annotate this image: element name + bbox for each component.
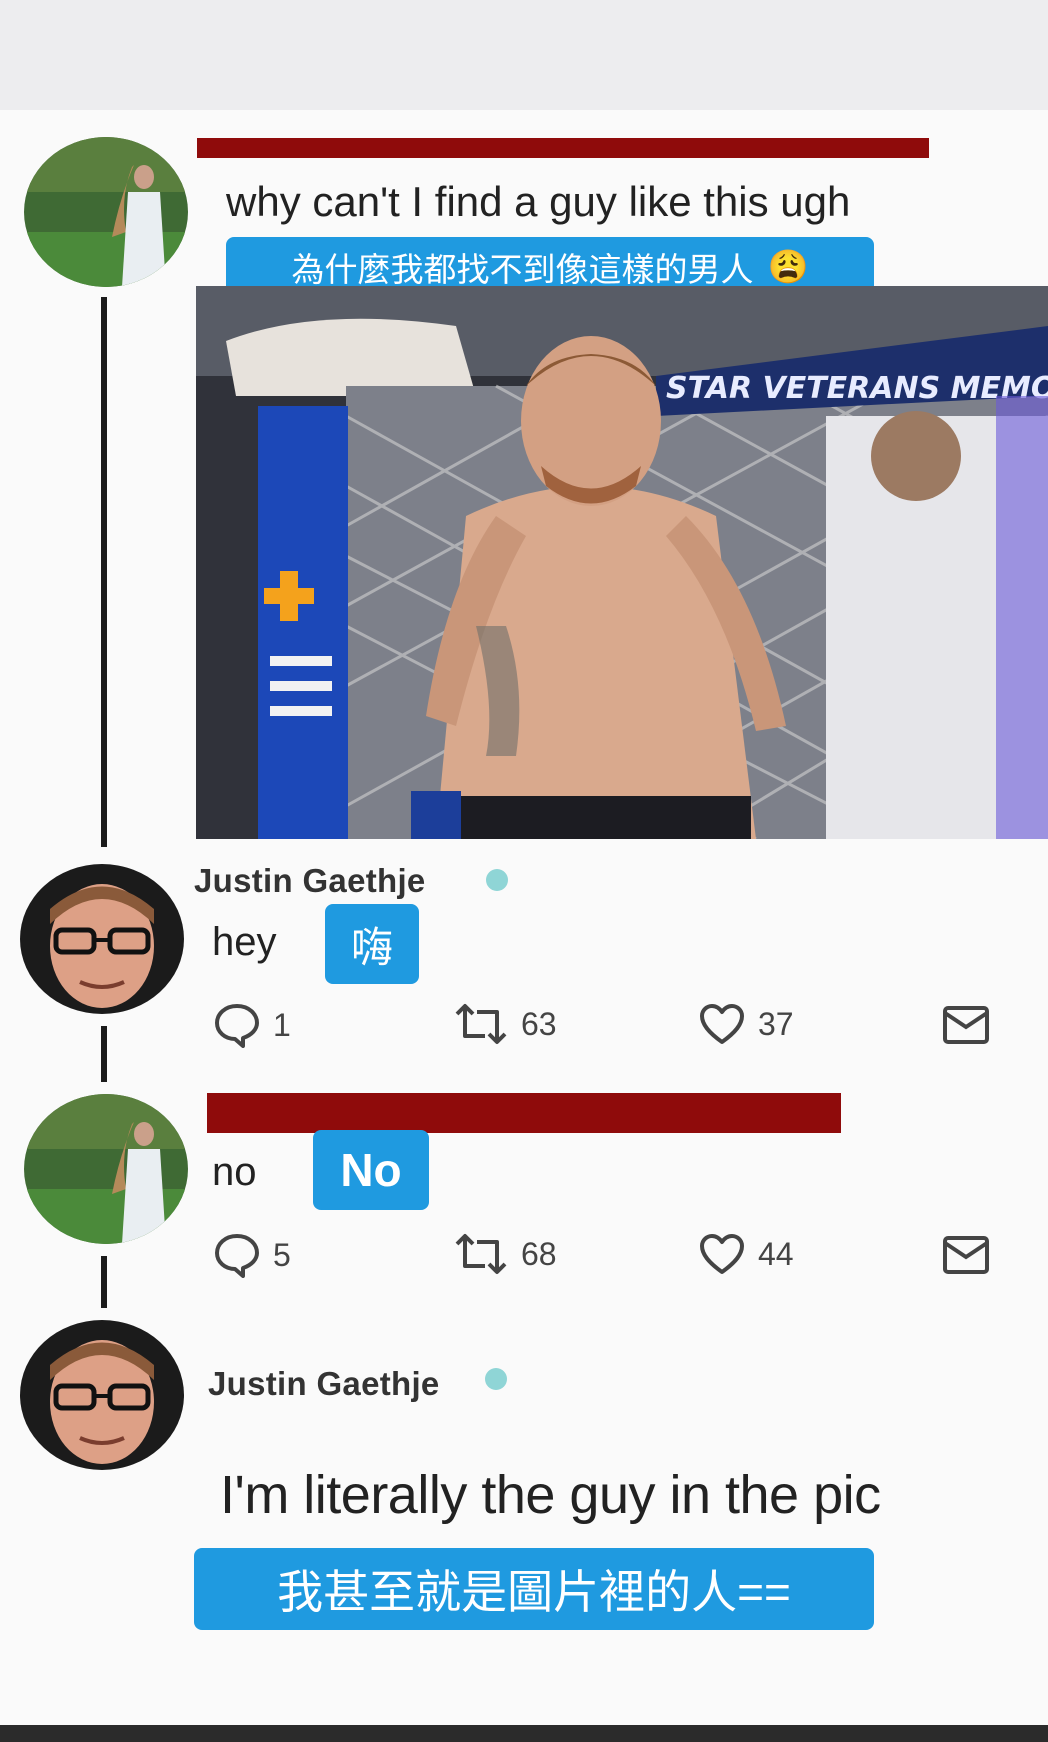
reply-text: I'm literally the guy in the pic bbox=[220, 1465, 881, 1525]
avatar-man-glasses bbox=[20, 864, 184, 1014]
reply-icon bbox=[215, 1234, 259, 1278]
avatar-user[interactable] bbox=[24, 137, 188, 287]
top-margin bbox=[0, 0, 1048, 110]
heart-icon bbox=[700, 1004, 744, 1044]
avatar-woman-portrait bbox=[24, 137, 188, 287]
like-count: 37 bbox=[758, 1005, 794, 1042]
thread-connector bbox=[101, 1256, 107, 1308]
verified-badge-icon bbox=[486, 869, 508, 891]
heart-icon bbox=[700, 1234, 744, 1274]
retweet-action[interactable]: 68 bbox=[453, 1232, 557, 1276]
reply-count: 1 bbox=[273, 1006, 291, 1043]
like-action[interactable]: 37 bbox=[698, 1002, 794, 1046]
reply-text: no bbox=[212, 1150, 257, 1194]
retweet-count: 63 bbox=[521, 1005, 557, 1042]
reply-text: hey bbox=[212, 920, 277, 964]
redacted-username bbox=[207, 1093, 841, 1133]
avatar-woman-portrait bbox=[24, 1094, 188, 1244]
translation-badge: No bbox=[313, 1130, 429, 1210]
avatar-justin-gaethje[interactable] bbox=[20, 864, 184, 1014]
avatar-user[interactable] bbox=[24, 1094, 188, 1244]
author-name[interactable]: Justin Gaethje bbox=[208, 1365, 440, 1403]
author-name[interactable]: Justin Gaethje bbox=[194, 862, 426, 900]
reply-icon bbox=[215, 1004, 259, 1048]
verified-badge-icon bbox=[485, 1368, 507, 1390]
fighter-photo: STAR VETERANS MEMO bbox=[196, 286, 1048, 839]
reply-count: 5 bbox=[273, 1236, 291, 1273]
bottom-bar bbox=[0, 1725, 1048, 1742]
like-count: 44 bbox=[758, 1235, 794, 1272]
translation-badge: 我甚至就是圖片裡的人== bbox=[194, 1548, 874, 1630]
sad-face-emoji: 😩 bbox=[767, 247, 809, 285]
image-watermark: STAR VETERANS MEMO bbox=[666, 371, 1048, 406]
avatar-justin-gaethje[interactable] bbox=[20, 1320, 184, 1470]
share-action[interactable] bbox=[942, 1005, 990, 1045]
retweet-count: 68 bbox=[521, 1235, 557, 1272]
reply-action[interactable]: 1 bbox=[213, 1002, 291, 1048]
translation-badge: 嗨 bbox=[325, 904, 419, 984]
retweet-icon bbox=[455, 1234, 507, 1274]
redacted-username bbox=[197, 138, 929, 158]
like-action[interactable]: 44 bbox=[698, 1232, 794, 1276]
tweet-image[interactable]: STAR VETERANS MEMO bbox=[196, 286, 1048, 839]
thread-connector bbox=[101, 1026, 107, 1082]
mail-icon bbox=[943, 1006, 989, 1044]
tweet-text: why can't I find a guy like this ugh bbox=[226, 178, 851, 225]
retweet-icon bbox=[455, 1004, 507, 1044]
reply-action[interactable]: 5 bbox=[213, 1232, 291, 1278]
retweet-action[interactable]: 63 bbox=[453, 1002, 557, 1046]
avatar-man-glasses bbox=[20, 1320, 184, 1470]
share-action[interactable] bbox=[942, 1235, 990, 1275]
thread-connector bbox=[101, 297, 107, 847]
mail-icon bbox=[943, 1236, 989, 1274]
translation-text: 為什麼我都找不到像這樣的男人 bbox=[291, 251, 754, 288]
